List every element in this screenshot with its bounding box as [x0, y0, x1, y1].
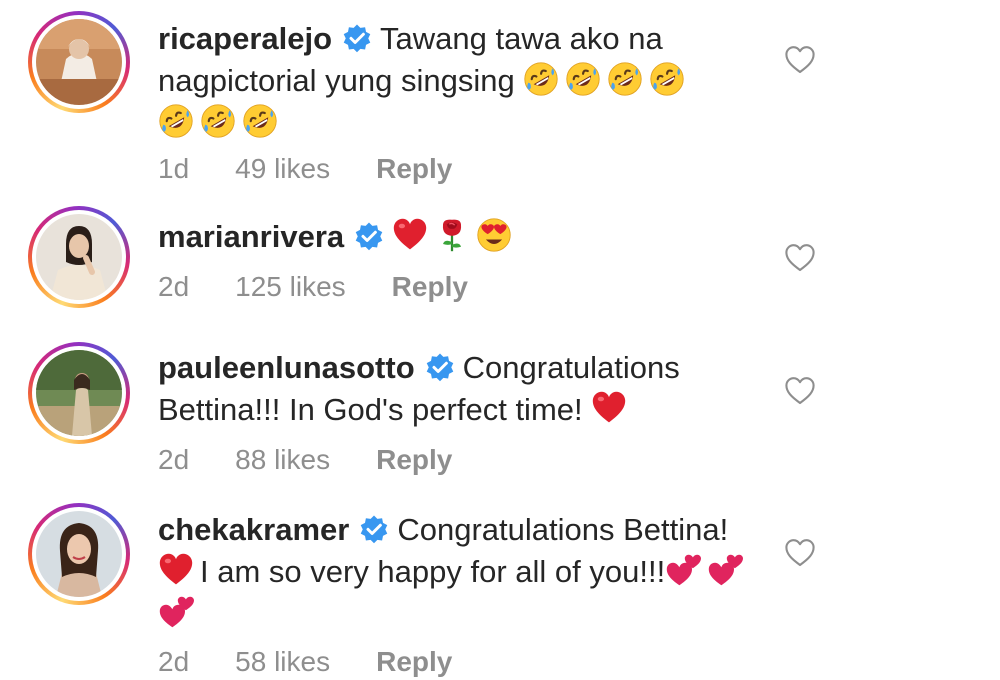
username[interactable]: ricaperalejo [158, 21, 332, 56]
avatar[interactable] [28, 503, 130, 605]
timestamp: 2d [158, 271, 190, 302]
avatar[interactable] [28, 11, 130, 113]
heart-outline-icon[interactable] [784, 44, 816, 76]
username[interactable]: marianrivera [158, 219, 344, 254]
red-heart-emoji-icon [158, 552, 194, 588]
timestamp: 2d [158, 444, 190, 475]
heart-outline-icon[interactable] [784, 375, 816, 407]
comment-text-part-2: I am so very happy for all of you!!! [200, 554, 666, 589]
two-hearts-emoji-icon [158, 594, 194, 630]
like-count[interactable]: 58 likes [235, 646, 330, 677]
comment-meta: 2d 88 likes Reply [158, 444, 498, 476]
rofl-emoji-icon [158, 103, 194, 139]
rofl-emoji-icon [565, 61, 601, 97]
verified-badge-icon [425, 352, 455, 382]
comment-meta: 2d 58 likes Reply [158, 646, 498, 678]
timestamp: 2d [158, 646, 190, 677]
comment-body: marianrivera [158, 216, 758, 258]
comment-meta: 2d 125 likes Reply [158, 271, 514, 303]
reply-button[interactable]: Reply [376, 444, 452, 475]
avatar[interactable] [28, 342, 130, 444]
comment-meta: 1d 49 likes Reply [158, 153, 498, 185]
verified-badge-icon [359, 514, 389, 544]
rofl-emoji-icon [200, 103, 236, 139]
avatar-photo [36, 19, 122, 105]
two-hearts-emoji-icon [707, 552, 743, 588]
comment-body: ricaperalejo Tawang tawa ako na nagpictor… [158, 18, 758, 144]
rofl-emoji-icon [607, 61, 643, 97]
red-heart-emoji-icon [591, 390, 627, 426]
avatar-photo [36, 511, 122, 597]
like-count[interactable]: 88 likes [235, 444, 330, 475]
rofl-emoji-icon [242, 103, 278, 139]
username[interactable]: pauleenlunasotto [158, 350, 415, 385]
avatar[interactable] [28, 206, 130, 308]
heart-eyes-emoji-icon [476, 217, 512, 253]
two-hearts-emoji-icon [665, 552, 701, 588]
heart-outline-icon[interactable] [784, 537, 816, 569]
comment-body: pauleenlunasotto Congratulations Bettina!… [158, 347, 758, 431]
rose-emoji-icon [434, 217, 470, 253]
like-count[interactable]: 125 likes [235, 271, 346, 302]
username[interactable]: chekakramer [158, 512, 349, 547]
avatar-photo [36, 350, 122, 436]
comment-text-part-1: Congratulations Bettina! [397, 512, 729, 547]
heart-outline-icon[interactable] [784, 242, 816, 274]
reply-button[interactable]: Reply [376, 646, 452, 677]
reply-button[interactable]: Reply [392, 271, 468, 302]
avatar-photo [36, 214, 122, 300]
verified-badge-icon [342, 23, 372, 53]
comment-body: chekakramer Congratulations Bettina! I am… [158, 509, 758, 635]
verified-badge-icon [354, 221, 384, 251]
rofl-emoji-icon [523, 61, 559, 97]
red-heart-emoji-icon [392, 217, 428, 253]
like-count[interactable]: 49 likes [235, 153, 330, 184]
timestamp: 1d [158, 153, 190, 184]
reply-button[interactable]: Reply [376, 153, 452, 184]
rofl-emoji-icon [649, 61, 685, 97]
